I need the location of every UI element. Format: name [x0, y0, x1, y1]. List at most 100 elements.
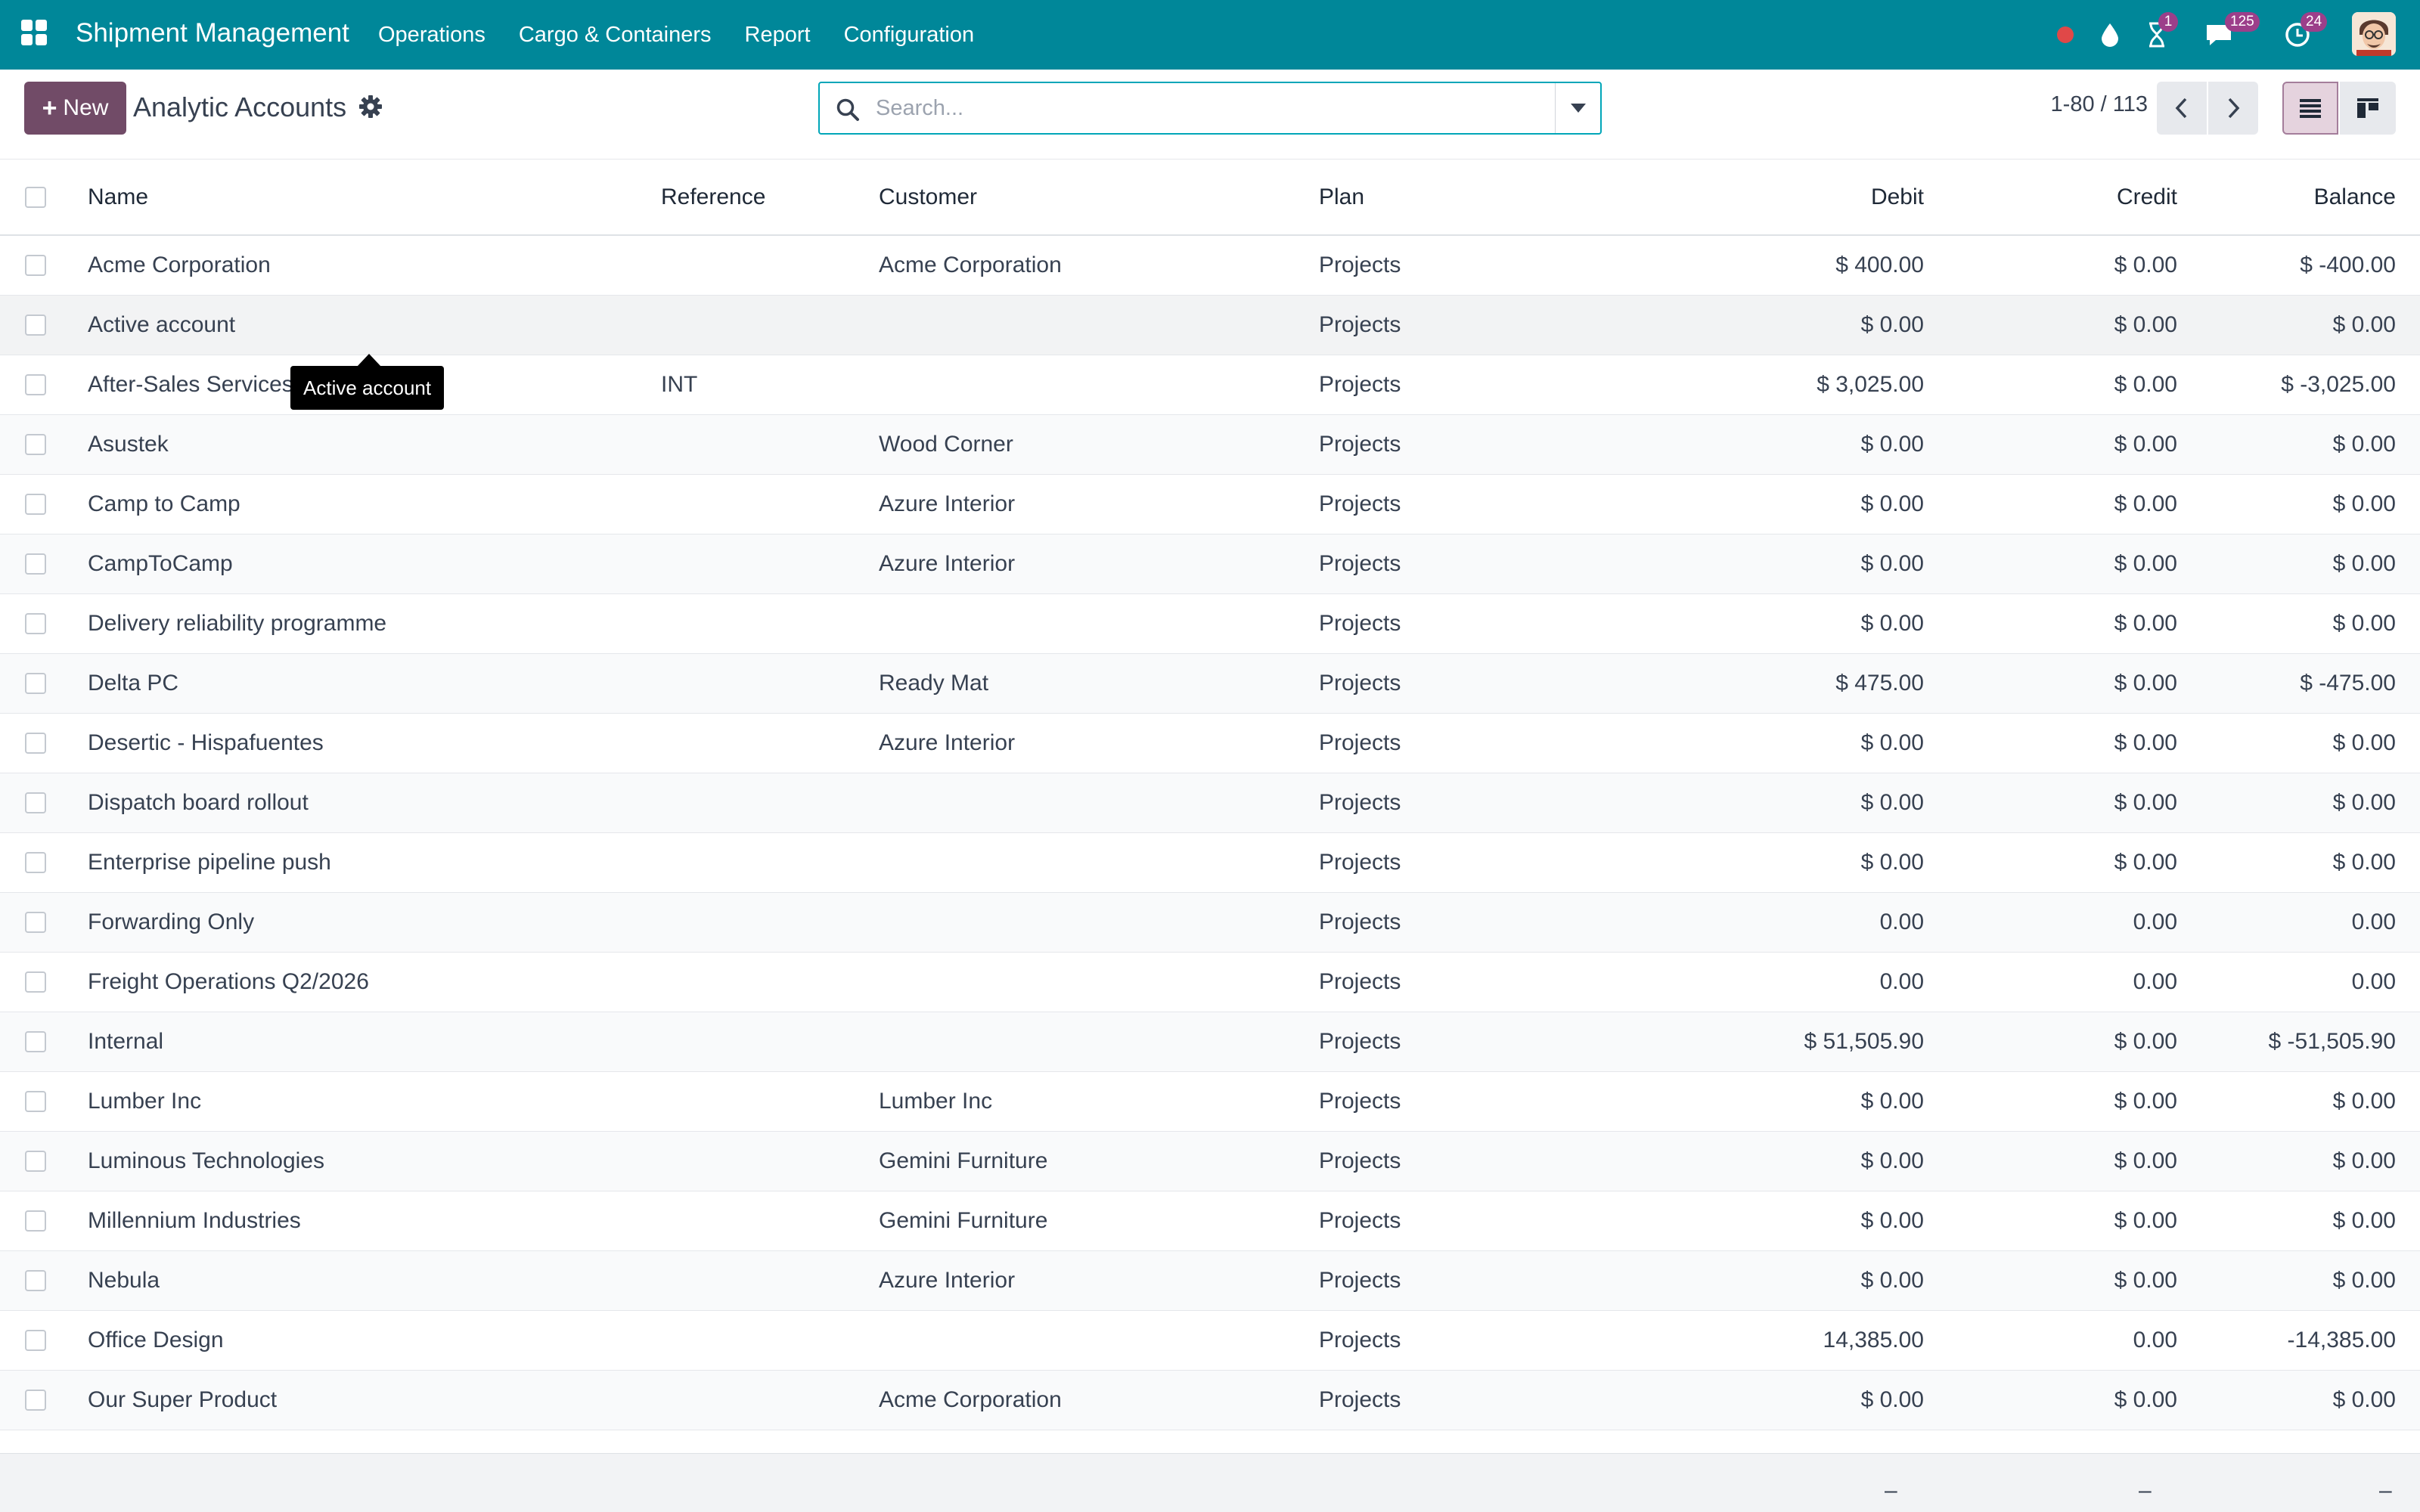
pager-value[interactable]: 1-80 / 113	[2027, 92, 2148, 117]
table-row[interactable]: Luminous Technologies Gemini Furniture Pro…	[0, 1131, 2420, 1191]
row-checkbox[interactable]	[25, 553, 46, 575]
table-row[interactable]: Lumber Inc Lumber Inc Projects $ 0.00 $ 0.00…	[0, 1071, 2420, 1131]
cell-name: Forwarding Only	[88, 909, 255, 934]
table-row[interactable]: Freight Operations Q2/2026 Projects 0.00 0.…	[0, 952, 2420, 1012]
cell-reference	[661, 1012, 879, 1071]
row-checkbox[interactable]	[25, 672, 46, 694]
new-button[interactable]: + New	[24, 82, 126, 135]
table-row[interactable]: Forwarding Only Projects 0.00 0.00 0.00	[0, 892, 2420, 952]
cell-credit: $ 0.00	[2114, 550, 2177, 576]
tooltip-arrow	[357, 354, 381, 367]
cell-name: Lumber Inc	[88, 1088, 202, 1114]
column-header-debit[interactable]: Debit	[1621, 160, 1924, 236]
cell-balance: $ 0.00	[2332, 610, 2396, 636]
search-input[interactable]	[876, 89, 1556, 127]
cell-reference	[661, 295, 879, 355]
recording-indicator-icon[interactable]	[2054, 0, 2077, 70]
table-row[interactable]: Acme Corporation Acme Corporation Projects…	[0, 235, 2420, 295]
cell-debit: $ 0.00	[1860, 1088, 1924, 1114]
cell-credit: $ 0.00	[2114, 1207, 2177, 1233]
table-row[interactable]: Camp to Camp Azure Interior Projects $ 0.00…	[0, 474, 2420, 534]
kanban-view-button[interactable]	[2340, 82, 2396, 135]
table-row[interactable]: Dispatch board rollout Projects $ 0.00 $ 0.…	[0, 773, 2420, 832]
cell-name: Nebula	[88, 1267, 160, 1293]
table-row[interactable]: CampToCamp Azure Interior Projects $ 0.00 $ …	[0, 534, 2420, 593]
row-checkbox[interactable]	[25, 373, 46, 395]
messages-icon[interactable]	[2202, 0, 2235, 70]
cell-balance: $ 0.00	[2332, 311, 2396, 337]
column-header-name[interactable]: Name	[88, 160, 661, 236]
footer-credit-total: –	[2139, 1478, 2152, 1503]
gear-icon[interactable]	[358, 94, 383, 119]
cell-balance: $ -51,505.90	[2268, 1028, 2396, 1054]
row-checkbox[interactable]	[25, 1210, 46, 1232]
table-row[interactable]: Asustek Wood Corner Projects $ 0.00 $ 0.00 $ …	[0, 414, 2420, 474]
row-checkbox[interactable]	[25, 433, 46, 455]
row-checkbox[interactable]	[25, 1150, 46, 1172]
row-checkbox[interactable]	[25, 1329, 46, 1351]
table-row[interactable]: Internal Projects $ 51,505.90 $ 0.00 $ -51,5…	[0, 1012, 2420, 1071]
menu-cargo-containers[interactable]: Cargo & Containers	[519, 23, 712, 48]
cell-balance: $ 0.00	[2332, 1148, 2396, 1173]
column-header-balance[interactable]: Balance	[2177, 160, 2420, 236]
main-menu: Operations Cargo & Containers Report Con…	[378, 0, 1007, 70]
apps-menu-icon[interactable]	[21, 20, 47, 45]
drop-icon[interactable]	[2096, 0, 2124, 70]
table-row[interactable]: Delivery reliability programme Projects $ …	[0, 593, 2420, 653]
row-checkbox[interactable]	[25, 911, 46, 933]
cell-reference	[661, 1310, 879, 1370]
activity-hourglass-icon[interactable]	[2142, 0, 2172, 70]
menu-report[interactable]: Report	[745, 23, 811, 48]
updates-clock-icon[interactable]	[2282, 0, 2313, 70]
cell-name: Luminous Technologies	[88, 1148, 324, 1173]
table-row[interactable]: Active account Projects $ 0.00 $ 0.00 $ 0.00	[0, 295, 2420, 355]
table-row[interactable]: Millennium Industries Gemini Furniture Pro…	[0, 1191, 2420, 1250]
pager-next-button[interactable]	[2208, 82, 2258, 135]
column-header-credit[interactable]: Credit	[1924, 160, 2177, 236]
row-checkbox[interactable]	[25, 314, 46, 336]
cell-reference	[661, 653, 879, 713]
cell-plan: Projects	[1319, 550, 1401, 576]
row-checkbox[interactable]	[25, 612, 46, 634]
app-name[interactable]: Shipment Management	[76, 18, 349, 48]
table-row[interactable]: Nebula Azure Interior Projects $ 0.00 $ 0.00…	[0, 1250, 2420, 1310]
cell-reference	[661, 773, 879, 832]
table-row[interactable]: Enterprise pipeline push Projects $ 0.00 $ …	[0, 832, 2420, 892]
cell-customer	[879, 773, 1319, 832]
menu-configuration[interactable]: Configuration	[844, 23, 975, 48]
cell-debit: $ 0.00	[1860, 491, 1924, 516]
cell-credit: $ 0.00	[2114, 311, 2177, 337]
cell-balance: $ 0.00	[2332, 1387, 2396, 1412]
select-all-checkbox[interactable]	[25, 186, 46, 208]
column-header-customer[interactable]: Customer	[879, 160, 1319, 236]
row-checkbox[interactable]	[25, 254, 46, 276]
search-bar	[818, 82, 1602, 135]
row-checkbox[interactable]	[25, 1030, 46, 1052]
cell-plan: Projects	[1319, 670, 1401, 696]
row-checkbox[interactable]	[25, 792, 46, 813]
pager-previous-button[interactable]	[2157, 82, 2207, 135]
cell-customer: Azure Interior	[879, 550, 1016, 576]
row-checkbox[interactable]	[25, 1090, 46, 1112]
cell-plan: Projects	[1319, 1327, 1401, 1352]
row-checkbox[interactable]	[25, 493, 46, 515]
search-options-toggle[interactable]	[1555, 83, 1600, 133]
row-checkbox[interactable]	[25, 1269, 46, 1291]
row-checkbox[interactable]	[25, 851, 46, 873]
row-checkbox[interactable]	[25, 732, 46, 754]
table-row[interactable]: Delta PC Ready Mat Projects $ 475.00 $ 0.00 $…	[0, 653, 2420, 713]
table-row[interactable]: Our Super Product Acme Corporation Project…	[0, 1370, 2420, 1430]
list-view-button[interactable]	[2282, 82, 2338, 135]
cell-debit: $ 51,505.90	[1804, 1028, 1924, 1054]
cell-name: Dispatch board rollout	[88, 789, 309, 815]
column-header-reference[interactable]: Reference	[661, 160, 879, 236]
table-row[interactable]: Office Design Projects 14,385.00 0.00 -14,38…	[0, 1310, 2420, 1370]
list-footer: – – –	[0, 1453, 2420, 1512]
user-avatar[interactable]	[2352, 12, 2396, 56]
column-header-plan[interactable]: Plan	[1319, 160, 1621, 236]
table-row[interactable]: Desertic - Hispafuentes Azure Interior Pro…	[0, 713, 2420, 773]
cell-reference	[661, 474, 879, 534]
row-checkbox[interactable]	[25, 971, 46, 993]
menu-operations[interactable]: Operations	[378, 23, 486, 48]
row-checkbox[interactable]	[25, 1389, 46, 1411]
